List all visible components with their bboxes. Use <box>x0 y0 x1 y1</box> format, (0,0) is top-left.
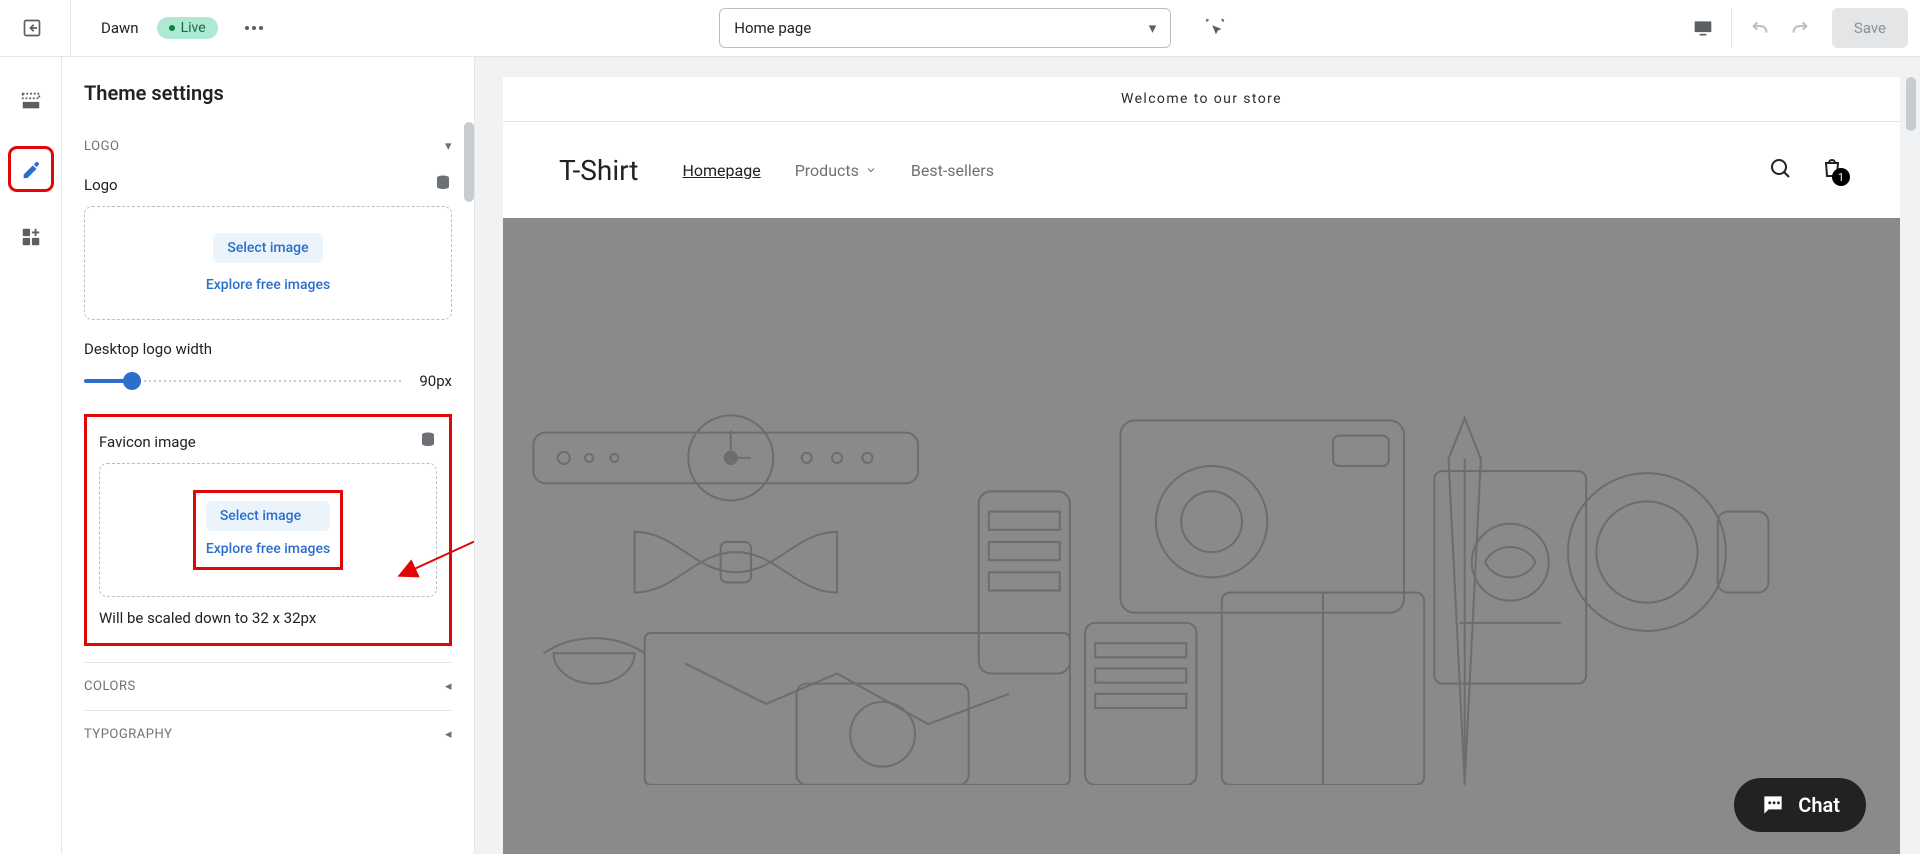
favicon-hint: Will be scaled down to 32 x 32px <box>99 597 437 627</box>
cart-icon[interactable]: 1 <box>1820 156 1844 184</box>
chevron-down-icon <box>865 164 877 176</box>
chat-widget-button[interactable]: Chat <box>1734 778 1866 832</box>
explore-favicon-images-link[interactable]: Explore free images <box>206 541 330 557</box>
announcement-bar: Welcome to our store <box>503 77 1900 121</box>
inner-highlight: Select image Explore free images <box>193 490 343 570</box>
preview-scrollbar[interactable] <box>1906 77 1916 131</box>
rail-sections-button[interactable] <box>11 81 51 121</box>
page-selector[interactable]: Home page ▾ <box>719 8 1171 48</box>
top-bar: Dawn Live Home page ▾ Save <box>0 0 1920 57</box>
slider-thumb[interactable] <box>123 372 141 390</box>
more-actions-button[interactable] <box>236 10 272 46</box>
rail-theme-settings-button[interactable] <box>11 149 51 189</box>
desktop-logo-width-field: Desktop logo width 90px <box>84 320 452 410</box>
store-header: T-Shirt Homepage Products Best-sellers <box>503 122 1900 218</box>
select-favicon-image-button[interactable]: Select image <box>206 501 330 531</box>
separator <box>70 0 71 57</box>
preview-area: Welcome to our store T-Shirt Homepage Pr… <box>475 57 1920 854</box>
store-brand: T-Shirt <box>559 154 638 187</box>
database-icon[interactable] <box>434 174 452 196</box>
settings-panel: Theme settings LOGO ▾ Logo Select image … <box>62 57 475 854</box>
cart-badge: 1 <box>1832 168 1850 186</box>
section-logo-header[interactable]: LOGO ▾ <box>84 125 452 168</box>
section-colors-header[interactable]: COLORS ◂ <box>84 662 452 710</box>
favicon-image-dropzone: Select image Explore free images <box>99 463 437 597</box>
nav-products-link[interactable]: Products <box>795 161 877 180</box>
chevron-down-icon: ▾ <box>1149 19 1157 37</box>
left-rail <box>0 57 62 854</box>
annotation-arrow <box>382 442 474 602</box>
topbar-center: Home page ▾ <box>272 8 1683 48</box>
store-preview: Welcome to our store T-Shirt Homepage Pr… <box>503 77 1900 854</box>
topbar-right: Save <box>1683 8 1908 48</box>
logo-field-label: Logo <box>84 168 452 206</box>
redo-button[interactable] <box>1780 8 1820 48</box>
chevron-left-icon: ◂ <box>445 727 452 742</box>
chevron-down-icon: ▾ <box>445 139 452 154</box>
slider-label: Desktop logo width <box>84 340 452 358</box>
store-nav: Homepage Products Best-sellers <box>682 161 993 180</box>
rail-apps-button[interactable] <box>11 217 51 257</box>
logo-image-dropzone: Select image Explore free images <box>84 206 452 320</box>
exit-button[interactable] <box>12 8 52 48</box>
separator <box>1731 8 1732 48</box>
theme-name: Dawn <box>101 19 139 37</box>
undo-button[interactable] <box>1740 8 1780 48</box>
nav-homepage-link[interactable]: Homepage <box>682 161 760 180</box>
store-header-right: 1 <box>1768 156 1844 184</box>
chat-icon <box>1760 792 1786 818</box>
explore-logo-images-link[interactable]: Explore free images <box>206 277 330 293</box>
database-icon[interactable] <box>419 431 437 453</box>
main-area: Theme settings LOGO ▾ Logo Select image … <box>0 57 1920 854</box>
topbar-left: Dawn Live <box>12 0 272 57</box>
device-preview-button[interactable] <box>1683 8 1723 48</box>
search-icon[interactable] <box>1768 156 1792 184</box>
favicon-section-highlight: Favicon image Select image Explore free … <box>84 414 452 646</box>
page-selector-value: Home page <box>734 19 811 37</box>
logo-width-slider[interactable] <box>84 380 403 382</box>
nav-bestsellers-link[interactable]: Best-sellers <box>911 161 994 180</box>
slider-value: 90px <box>419 372 452 390</box>
save-button[interactable]: Save <box>1832 8 1908 48</box>
hero-image <box>503 218 1900 854</box>
element-picker-button[interactable] <box>1195 8 1235 48</box>
status-badge: Live <box>157 17 218 39</box>
chevron-left-icon: ◂ <box>445 679 452 694</box>
select-logo-image-button[interactable]: Select image <box>213 233 322 263</box>
panel-title: Theme settings <box>62 57 474 125</box>
section-typography-header[interactable]: TYPOGRAPHY ◂ <box>84 710 452 758</box>
favicon-field-label: Favicon image <box>99 425 437 463</box>
